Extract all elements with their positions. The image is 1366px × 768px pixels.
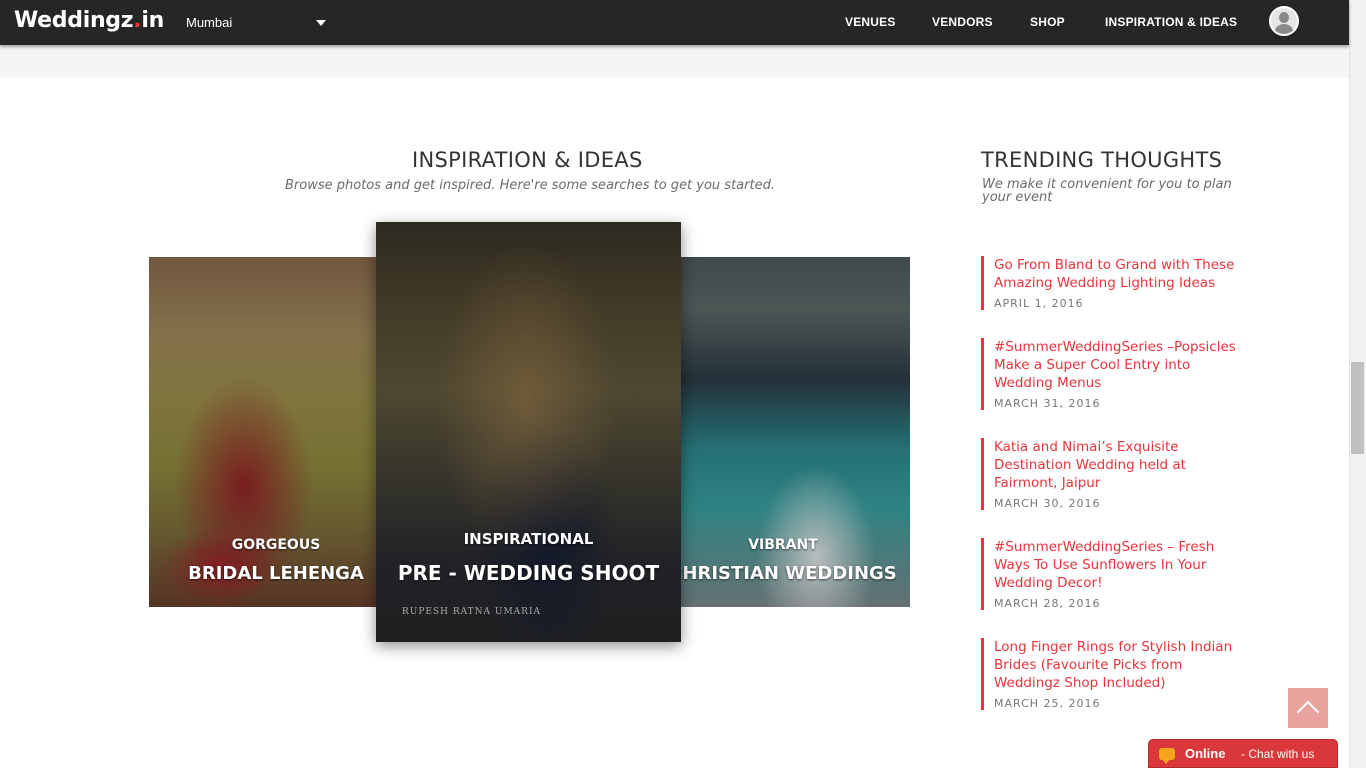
card-title: BRIDAL LEHENGA [188, 563, 364, 584]
trending-item: #SummerWeddingSeries – Fresh Ways To Use… [981, 538, 1237, 610]
trending-item-date: MARCH 25, 2016 [994, 697, 1101, 710]
trending-item: Katia and Nimai’s Exquisite Destination … [981, 438, 1237, 510]
nav-vendors[interactable]: VENDORS [932, 15, 993, 29]
back-to-top-button[interactable] [1288, 688, 1328, 728]
trending-title: TRENDING THOUGHTS [981, 148, 1223, 172]
card-pre-wedding-shoot[interactable]: INSPIRATIONAL PRE - WEDDING SHOOT RUPESH… [376, 222, 681, 642]
trending-item: Go From Bland to Grand with These Amazin… [981, 256, 1237, 310]
chat-label: - Chat with us [1241, 747, 1315, 761]
card-title: CHRISTIAN WEDDINGS [669, 563, 897, 584]
caret-down-icon[interactable] [316, 20, 326, 26]
card-overlay [149, 257, 403, 607]
chat-status: Online [1185, 746, 1226, 761]
card-tag: GORGEOUS [231, 537, 321, 553]
trending-item: #SummerWeddingSeries –Popsicles Make a S… [981, 338, 1237, 410]
chat-bubble-icon [1159, 748, 1175, 764]
trending-item-link[interactable]: #SummerWeddingSeries –Popsicles Make a S… [994, 338, 1237, 392]
logo-main: Weddingz [14, 8, 134, 33]
trending-subtitle: We make it convenient for you to plan yo… [982, 177, 1232, 205]
chat-widget-button[interactable]: Online - Chat with us [1148, 739, 1338, 768]
site-logo[interactable]: Weddingz.in [14, 8, 164, 33]
city-selector[interactable]: Mumbai [186, 15, 232, 30]
photo-credit: RUPESH RATNA UMARIA [402, 607, 542, 617]
nav-venues[interactable]: VENUES [845, 15, 896, 29]
card-tag: VIBRANT [748, 537, 818, 553]
logo-tail: in [141, 8, 164, 33]
trending-item-link[interactable]: Long Finger Rings for Stylish Indian Bri… [994, 638, 1237, 692]
nav-shop[interactable]: SHOP [1030, 15, 1065, 29]
trending-item-date: APRIL 1, 2016 [994, 297, 1084, 310]
avatar-head-shape [1279, 12, 1289, 23]
card-christian-weddings[interactable]: VIBRANT CHRISTIAN WEDDINGS [656, 257, 910, 607]
inspiration-subtitle: Browse photos and get inspired. Here're … [285, 178, 775, 193]
trending-item-date: MARCH 28, 2016 [994, 597, 1101, 610]
chevron-up-icon [1296, 700, 1320, 724]
trending-item-date: MARCH 31, 2016 [994, 397, 1101, 410]
trending-item-date: MARCH 30, 2016 [994, 497, 1101, 510]
card-overlay [656, 257, 910, 607]
top-navbar: Weddingz.in Mumbai VENUES VENDORS SHOP I… [0, 0, 1349, 45]
trending-item: Long Finger Rings for Stylish Indian Bri… [981, 638, 1237, 710]
card-bridal-lehenga[interactable]: GORGEOUS BRIDAL LEHENGA [149, 257, 403, 607]
header-spacer-band [0, 45, 1349, 77]
scrollbar-thumb[interactable] [1351, 362, 1364, 454]
user-avatar-icon[interactable] [1269, 6, 1299, 36]
trending-item-link[interactable]: Go From Bland to Grand with These Amazin… [994, 256, 1237, 292]
trending-item-link[interactable]: #SummerWeddingSeries – Fresh Ways To Use… [994, 538, 1237, 592]
nav-inspiration-ideas[interactable]: INSPIRATION & IDEAS [1105, 15, 1237, 29]
inspiration-title: INSPIRATION & IDEAS [412, 148, 643, 172]
trending-item-link[interactable]: Katia and Nimai’s Exquisite Destination … [994, 438, 1237, 492]
card-tag: INSPIRATIONAL [463, 530, 594, 548]
card-title: PRE - WEDDING SHOOT [397, 561, 660, 585]
avatar-body-shape [1274, 24, 1294, 34]
